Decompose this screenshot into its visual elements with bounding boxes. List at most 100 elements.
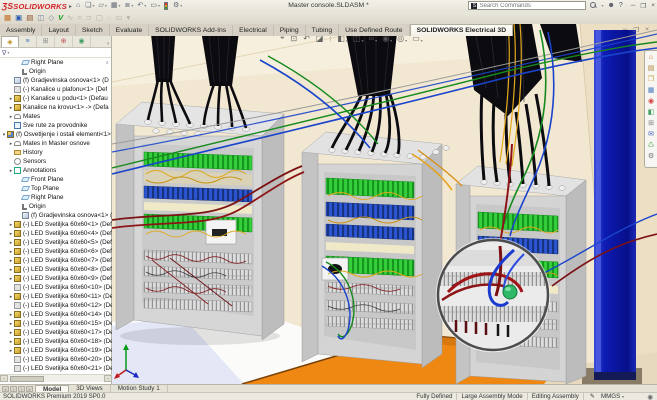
scrollbar-thumb[interactable] xyxy=(10,376,44,382)
configurationmanager-tab[interactable]: ⊞ xyxy=(37,36,55,47)
graphics-area[interactable]: ⌖ ⊡ ↶ ◪ | ◧▾ ◫▾ ∞▾ ◉▾ ◎▾ ▭▾ xyxy=(112,24,657,384)
tree-item[interactable]: ▾ (f) Osvetljenje i ostali elementi<1> xyxy=(0,130,112,139)
search-input[interactable] xyxy=(479,3,583,9)
propertymanager-tab[interactable]: ≡ xyxy=(19,36,37,47)
align-components-icon[interactable]: ◇ xyxy=(48,13,54,23)
panel-chevron-icon[interactable]: › xyxy=(107,41,111,47)
view-tab[interactable]: Motion Study 1 xyxy=(111,385,168,392)
ribbon-tab[interactable]: Piping xyxy=(274,25,306,36)
tree-item[interactable]: (-) Kanalice u plafonu<1> (Def xyxy=(0,85,112,94)
save-icon[interactable]: ▦▾ xyxy=(111,2,121,10)
tree-item[interactable]: ▸ (-) LED Svetiljka 60x60<8> (Def xyxy=(0,265,112,274)
validate-icon[interactable]: V xyxy=(58,13,63,23)
route-harness-icon[interactable]: ⊃ xyxy=(86,13,92,23)
tree-item[interactable]: ▸ (-) LED Svetiljka 60x60<14> (De xyxy=(0,310,112,319)
tab-scroll-button[interactable]: ‹ xyxy=(10,386,17,392)
tree-item[interactable]: History xyxy=(0,148,112,157)
tree-item[interactable]: ▸ (-) LED Svetiljka 60x60<6> (Def xyxy=(0,247,112,256)
custom-properties-icon[interactable]: ⊞ xyxy=(648,119,654,129)
ribbon-tab[interactable]: Use Defined Route xyxy=(339,25,409,36)
scroll-left-icon[interactable]: ‹ xyxy=(0,375,8,382)
menu-expand-icon[interactable]: ▸ xyxy=(69,3,72,10)
electrical-project-icon[interactable]: ▦ xyxy=(4,13,11,23)
new-file-icon[interactable]: ❏▾ xyxy=(85,2,94,10)
tree-item[interactable]: Top Plane xyxy=(0,184,112,193)
route-cables-icon[interactable]: ≈ xyxy=(77,13,81,23)
settings-icon[interactable]: ⚙ xyxy=(648,152,654,162)
undo-icon[interactable]: ↶▾ xyxy=(137,2,146,10)
doc-minimize-button[interactable]: ─ xyxy=(623,26,628,34)
options-icon[interactable]: ⚙▾ xyxy=(173,2,182,10)
rebuild-icon[interactable] xyxy=(164,2,169,10)
ribbon-tab[interactable]: Electrical xyxy=(233,25,274,36)
ribbon-tab[interactable]: Assembly xyxy=(0,25,42,36)
tree-item[interactable]: (-) LED Svetiljka 60x60<21> (De xyxy=(0,364,112,373)
tree-item[interactable]: ▸ (-) LED Svetiljka 60x60<5> (Def xyxy=(0,238,112,247)
tree-item[interactable]: Right Plane xyxy=(0,58,112,67)
doc-close-button[interactable]: × xyxy=(645,26,649,34)
tree-item[interactable]: ▸ (-) LED Svetiljka 60x60<17> (De xyxy=(0,328,112,337)
home-icon[interactable]: ⌂ xyxy=(76,2,81,10)
tree-item[interactable]: ▸ (-) LED Svetiljka 60x60<7> (Def xyxy=(0,256,112,265)
tree-item[interactable]: Sensors xyxy=(0,157,112,166)
tree-item[interactable]: ▸ (-) LED Svetiljka 60x60<19> (De xyxy=(0,346,112,355)
view-tab[interactable]: Model xyxy=(35,385,69,392)
component-icon[interactable]: ◫ xyxy=(37,13,44,23)
search-icon[interactable] xyxy=(590,2,597,9)
design-library-icon[interactable]: ▤ xyxy=(648,64,655,74)
tree-item[interactable]: Right Plane xyxy=(0,193,112,202)
tree-item[interactable]: (-) LED Svetiljka 60x60<12> (De xyxy=(0,301,112,310)
ribbon-tab[interactable]: SOLIDWORKS Add-Ins xyxy=(149,25,233,36)
tree-item[interactable]: ▸ Annotations xyxy=(0,166,112,175)
tree-item[interactable]: ▸ Mates xyxy=(0,112,112,121)
appearances-icon[interactable]: ◉ xyxy=(648,97,654,107)
ribbon-tab[interactable]: Tubing xyxy=(306,25,340,36)
tab-scroll-button[interactable]: › xyxy=(18,386,25,392)
tree-item[interactable]: ▸ (-) LED Svetiljka 60x60<15> (De xyxy=(0,319,112,328)
view-palette-icon[interactable]: ▦ xyxy=(648,86,655,96)
tree-item[interactable]: ▸ (-) LED Svetiljka 60x60<9> (Def xyxy=(0,274,112,283)
route-wires-icon[interactable]: ∿ xyxy=(67,13,73,23)
tree-item[interactable]: Origin xyxy=(0,202,112,211)
doc-restore-button[interactable]: ❐ xyxy=(633,26,639,34)
status-options-icon[interactable]: ◉ xyxy=(647,393,653,400)
dimxpertmanager-tab[interactable]: ⊕ xyxy=(55,36,73,47)
tree-item[interactable]: ▸ (-) Kanalice u podu<1> (Defau xyxy=(0,94,112,103)
tree-item[interactable]: (f) Gradjevinska osnova<1> (D xyxy=(0,211,112,220)
tree-item[interactable]: (-) LED Svetiljka 60x60<10> (De xyxy=(0,283,112,292)
tab-scroll-button[interactable]: » xyxy=(26,386,33,392)
cabinet-layout-icon[interactable]: ▤ xyxy=(26,13,33,23)
ribbon-tab[interactable]: Layout xyxy=(42,25,75,36)
sustainability-icon[interactable]: ♺ xyxy=(648,141,654,151)
ribbon-tab[interactable]: Evaluate xyxy=(110,25,149,36)
tree-item[interactable]: ▸ (-) LED Svetiljka 60x60<4> (Def xyxy=(0,229,112,238)
tree-item[interactable]: ▸ (-) LED Svetiljka 60x60<1> (Def xyxy=(0,220,112,229)
view-tab[interactable]: 3D Views xyxy=(69,385,110,392)
file-explorer-icon[interactable]: ❒ xyxy=(648,75,654,85)
tree-item[interactable]: ▸ (-) LED Svetiljka 60x60<18> (De xyxy=(0,337,112,346)
user-account-icon[interactable]: ☻ xyxy=(607,2,614,9)
search-caret-icon[interactable]: ▾ xyxy=(601,3,603,8)
ribbon-tab[interactable]: Sketch xyxy=(76,25,110,36)
open-icon[interactable]: ▱▾ xyxy=(98,2,106,10)
close-button[interactable]: × xyxy=(651,2,655,10)
tab-scroll-button[interactable]: « xyxy=(2,386,9,392)
tree-item[interactable]: ▸ Mates in Master osnove xyxy=(0,139,112,148)
tree-item[interactable]: Sve rute za provodnike xyxy=(0,121,112,130)
schematic-icon[interactable]: ▣ xyxy=(15,13,22,23)
print-icon[interactable]: ≣▾ xyxy=(125,2,134,10)
search-commands-box[interactable]: S xyxy=(468,1,586,10)
tree-scroll-down-icon[interactable]: ∨ xyxy=(105,366,109,372)
featuremanager-tab[interactable]: ◈ xyxy=(1,36,19,47)
magnifier-lens[interactable] xyxy=(437,239,551,352)
solidworks-resources-icon[interactable]: ⌂ xyxy=(649,53,653,63)
scenes-icon[interactable]: ◧ xyxy=(648,108,655,118)
cabinet-middle[interactable] xyxy=(302,132,449,368)
tree-horizontal-scrollbar[interactable]: ‹ › xyxy=(0,374,112,382)
scroll-right-icon[interactable]: › xyxy=(104,375,112,382)
tree-item[interactable]: ▸ (-) LED Svetiljka 60x60<11> (De xyxy=(0,292,112,301)
help-menu[interactable]: ? xyxy=(619,2,623,9)
tree-item[interactable]: (f) Gradjevinska osnova<1> (D xyxy=(0,76,112,85)
units-selector[interactable]: MMGS ▾ xyxy=(601,393,624,400)
tree-item[interactable]: Front Plane xyxy=(0,175,112,184)
